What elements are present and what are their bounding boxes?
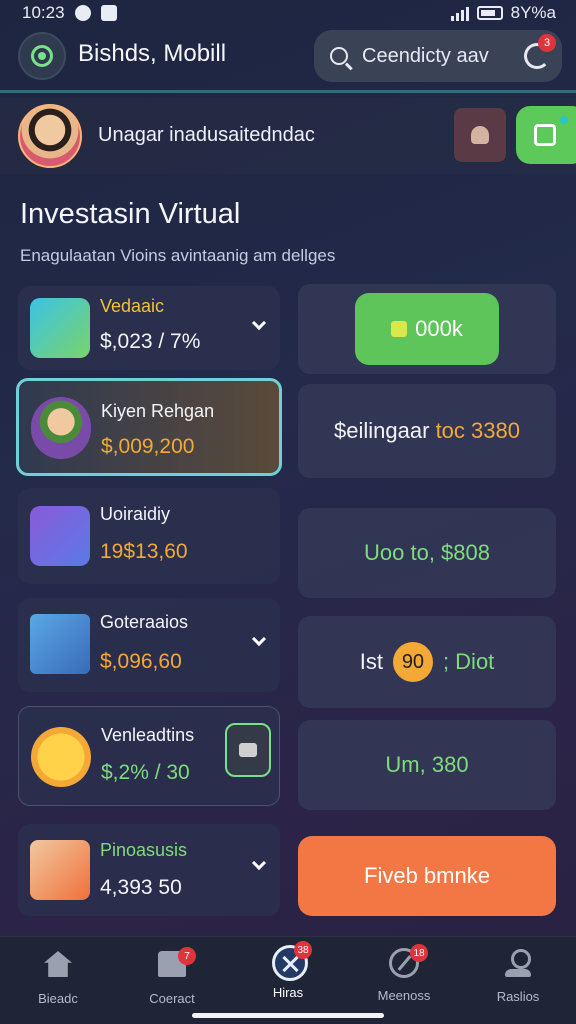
investment-card[interactable]: Uoiraidiy 19$13,60 bbox=[18, 488, 280, 584]
selling-value: toc 3380 bbox=[435, 418, 520, 443]
rank-prefix: Ist bbox=[359, 649, 383, 674]
nav-badge: 18 bbox=[410, 944, 428, 962]
card-value: $,023 / 7% bbox=[100, 330, 201, 353]
nav-item-store[interactable]: 7 Coeract bbox=[122, 947, 222, 1006]
chevron-down-icon[interactable] bbox=[251, 855, 267, 871]
nav-label: Raslios bbox=[496, 989, 540, 1004]
nav-badge: 38 bbox=[294, 941, 312, 959]
app-logo-gear-icon[interactable] bbox=[18, 32, 66, 80]
summary-value: Um, 380 bbox=[385, 752, 469, 777]
divider bbox=[0, 90, 576, 93]
investment-card[interactable]: Pinoasusis 4,393 50 bbox=[18, 824, 280, 916]
rank-badge: 90 bbox=[392, 642, 433, 682]
card-value: $,009,200 bbox=[101, 435, 195, 458]
rank-panel[interactable]: Ist 90 ; Diot bbox=[298, 616, 556, 708]
status-time: 10:23 bbox=[22, 3, 65, 22]
card-title: Kiyen Rehgan bbox=[101, 401, 215, 421]
card-title: Venleadtins bbox=[101, 725, 195, 745]
card-title: Uoiraidiy bbox=[100, 504, 171, 524]
app-status-icon bbox=[100, 5, 117, 21]
nav-label: Bieadc bbox=[38, 991, 78, 1006]
buy-panel: 000k bbox=[298, 284, 556, 374]
search-input[interactable]: Ceendicty aav 3 bbox=[314, 30, 562, 82]
nav-item-trade[interactable]: 38 Hiras bbox=[238, 941, 338, 1000]
battery-icon bbox=[476, 6, 503, 20]
checklist-icon bbox=[30, 506, 90, 566]
pencil-icon bbox=[30, 840, 90, 900]
nav-item-profile[interactable]: Raslios bbox=[468, 947, 568, 1004]
search-icon bbox=[330, 47, 348, 65]
status-dot bbox=[560, 116, 568, 124]
nav-label: Coeract bbox=[149, 991, 195, 1006]
action-button[interactable]: Fiveb bmnke bbox=[298, 836, 556, 916]
investment-card[interactable]: Vedaaic $,023 / 7% bbox=[18, 286, 280, 370]
coin-icon bbox=[391, 321, 408, 337]
card-title: Pinoasusis bbox=[100, 840, 188, 860]
person-icon bbox=[471, 126, 489, 144]
rank-suffix: ; Diot bbox=[442, 649, 495, 674]
buy-button[interactable]: 000k bbox=[355, 293, 499, 365]
profile-row: Unagar inadusaitedndac bbox=[0, 98, 576, 174]
top-bar: Bishds, Mobill Ceendicty aav 3 bbox=[0, 28, 576, 90]
profile-text: Unagar inadusaitedndac bbox=[98, 124, 315, 146]
chevron-down-icon[interactable] bbox=[251, 315, 267, 331]
selling-panel[interactable]: $eilingaar toc 3380 bbox=[298, 384, 556, 478]
card-value: $,2% / 30 bbox=[101, 761, 190, 784]
notification-icon bbox=[74, 5, 91, 21]
map-icon bbox=[30, 298, 90, 358]
nav-item-home[interactable]: Bieadc bbox=[8, 947, 108, 1006]
summary-panel[interactable]: Um, 380 bbox=[298, 720, 556, 810]
nav-badge: 7 bbox=[178, 947, 196, 965]
app-title: Bishds, Mobill bbox=[78, 40, 227, 67]
signal-icon bbox=[450, 5, 469, 21]
lock-button[interactable] bbox=[225, 723, 271, 777]
page-subtitle: Enagulaatan Vioins avintaanig am dellges bbox=[20, 246, 336, 265]
investment-card[interactable]: Venleadtins $,2% / 30 bbox=[18, 706, 280, 806]
card-title: Goteraaios bbox=[100, 612, 189, 632]
card-title: Vedaaic bbox=[100, 296, 165, 316]
lock-icon bbox=[239, 743, 257, 757]
card-value: $,096,60 bbox=[100, 650, 182, 673]
card-value: 4,393 50 bbox=[100, 876, 182, 899]
status-bar: 10:23 8Y%a bbox=[0, 0, 576, 26]
user-icon bbox=[505, 949, 531, 977]
home-indicator bbox=[192, 1013, 384, 1018]
tablet-icon bbox=[30, 614, 90, 674]
buy-button-label: 000k bbox=[415, 316, 463, 341]
chevron-down-icon[interactable] bbox=[251, 631, 267, 647]
page-title: Investasin Virtual bbox=[20, 198, 241, 230]
nav-label: Meenoss bbox=[377, 988, 431, 1003]
nav-item-explore[interactable]: 18 Meenoss bbox=[354, 944, 454, 1003]
nav-label: Hiras bbox=[272, 985, 304, 1000]
card-value: 19$13,60 bbox=[100, 540, 188, 563]
investment-card-selected[interactable]: Kiyen Rehgan $,009,200 bbox=[16, 378, 282, 476]
notification-badge: 3 bbox=[538, 34, 556, 52]
info-panel[interactable]: Uoo to, $808 bbox=[298, 508, 556, 598]
selling-label: $eilingaar bbox=[334, 418, 430, 443]
battery-level: 8Y%a bbox=[510, 3, 556, 22]
check-badge-icon bbox=[31, 727, 91, 787]
wallet-button[interactable] bbox=[516, 106, 576, 164]
investment-card[interactable]: Goteraaios $,096,60 bbox=[18, 598, 280, 692]
wallet-icon bbox=[534, 124, 556, 146]
person-button[interactable] bbox=[454, 108, 506, 162]
home-icon bbox=[44, 951, 72, 977]
character-icon bbox=[31, 397, 91, 459]
info-value: Uoo to, $808 bbox=[364, 540, 490, 565]
bottom-nav: Bieadc 7 Coeract 38 Hiras 18 Meenoss Ras… bbox=[0, 936, 576, 1024]
avatar[interactable] bbox=[18, 104, 82, 168]
search-placeholder: Ceendicty aav bbox=[362, 44, 489, 67]
